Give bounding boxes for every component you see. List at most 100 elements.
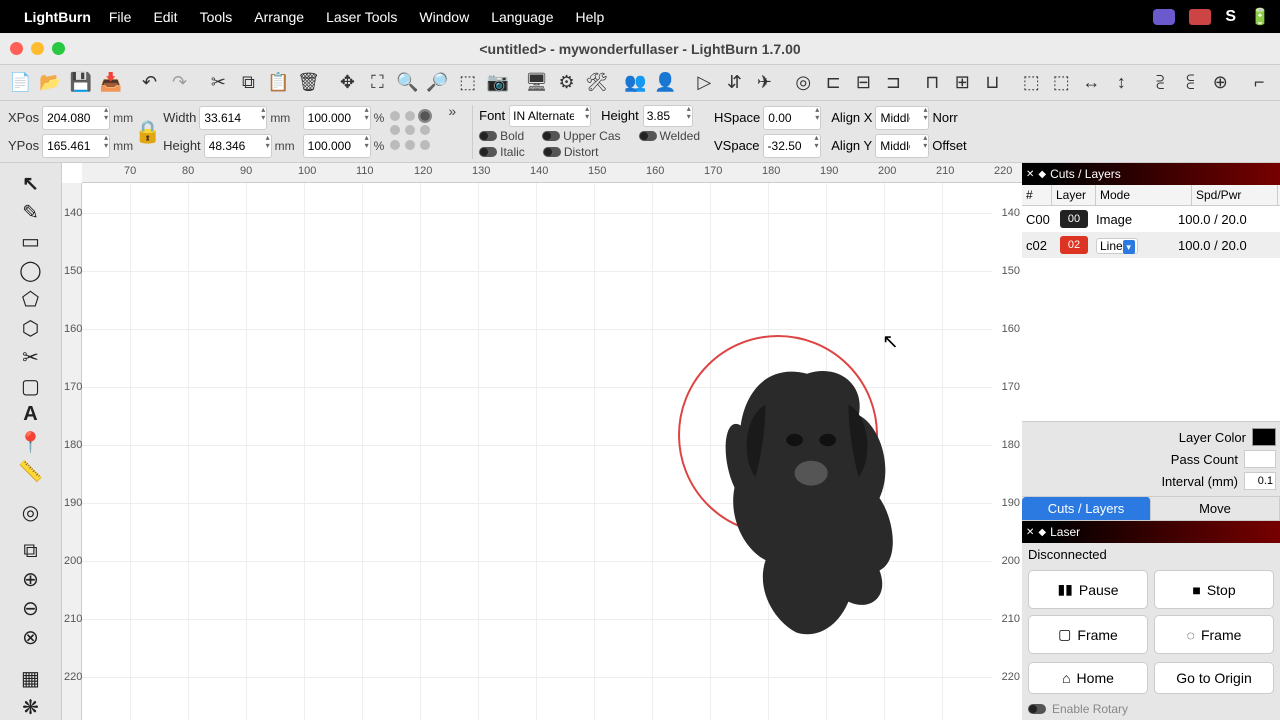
window-close-button[interactable] <box>10 42 23 55</box>
zoom-fit-icon[interactable]: ⛶ <box>363 68 392 98</box>
frame-circle-button[interactable]: ◌Frame <box>1154 615 1274 654</box>
group-icon[interactable]: 👥 <box>621 68 650 98</box>
layers-body[interactable]: C00 00 Image 100.0 / 20.0 c02 02 Line 10… <box>1022 206 1280 421</box>
welded-toggle[interactable] <box>639 131 657 141</box>
layer-color-swatch[interactable] <box>1252 428 1276 446</box>
status-letter-icon[interactable]: S <box>1225 8 1236 26</box>
grid-array-icon[interactable]: ▦ <box>14 666 48 691</box>
boolean-union-icon[interactable]: ⊕ <box>14 567 48 592</box>
enable-rotary-toggle[interactable] <box>1028 704 1046 714</box>
status-app-icon[interactable] <box>1189 9 1211 25</box>
position-tool-icon[interactable]: 📍 <box>14 430 48 455</box>
space-h-icon[interactable]: ⫔ <box>1146 68 1175 98</box>
settings-icon[interactable]: ⚙ <box>552 68 581 98</box>
same-width-icon[interactable]: ↔ <box>1077 68 1106 98</box>
canvas-area[interactable]: 70 80 90 100 110 120 130 140 150 160 170… <box>62 163 1022 720</box>
menu-laser-tools[interactable]: Laser Tools <box>326 9 397 25</box>
menu-help[interactable]: Help <box>576 9 605 25</box>
vspace-input[interactable] <box>763 134 821 158</box>
go-to-origin-button[interactable]: Go to Origin <box>1154 662 1274 694</box>
paste-icon[interactable]: 📋 <box>264 68 293 98</box>
edit-nodes-icon[interactable]: ✂ <box>14 345 48 370</box>
zoom-frame-icon[interactable]: ⬚ <box>453 68 482 98</box>
app-name[interactable]: LightBurn <box>24 9 91 25</box>
screen-recorder-icon[interactable] <box>1153 9 1175 25</box>
mirror-v-icon[interactable]: ⇵ <box>720 68 749 98</box>
window-maximize-button[interactable] <box>52 42 65 55</box>
panel-pin-icon[interactable]: ◆ <box>1038 527 1046 538</box>
monitor-icon[interactable]: 🖥 <box>522 68 551 98</box>
flip-h-icon[interactable]: ▷ <box>690 68 719 98</box>
menu-file[interactable]: File <box>109 9 132 25</box>
lock-aspect-icon[interactable]: 🔒 <box>133 110 163 154</box>
import-icon[interactable]: 📥 <box>96 68 125 98</box>
boolean-subtract-icon[interactable]: ⊖ <box>14 596 48 621</box>
align-vcenter-icon[interactable]: ⊞ <box>948 68 977 98</box>
path-tool-icon[interactable]: ⬡ <box>14 316 48 341</box>
measure-tool-icon[interactable]: 📏 <box>14 459 48 484</box>
font-select[interactable] <box>509 105 591 127</box>
menu-edit[interactable]: Edit <box>153 9 177 25</box>
text-height-input[interactable] <box>643 105 693 127</box>
align-right-icon[interactable]: ⊐ <box>879 68 908 98</box>
menu-arrange[interactable]: Arrange <box>254 9 304 25</box>
interval-input[interactable] <box>1244 472 1276 490</box>
undo-icon[interactable]: ↶ <box>135 68 164 98</box>
boolean-intersect-icon[interactable]: ⊗ <box>14 625 48 650</box>
aligny-select[interactable] <box>875 134 929 158</box>
cut-icon[interactable]: ✂ <box>204 68 233 98</box>
space-v-icon[interactable]: ⫕ <box>1176 68 1205 98</box>
panel-close-icon[interactable]: ✕ <box>1026 527 1034 538</box>
italic-toggle[interactable] <box>479 147 497 157</box>
scalex-input[interactable] <box>303 106 371 130</box>
anchor-grid[interactable] <box>390 111 432 153</box>
select-tool-icon[interactable]: ↖ <box>14 171 48 196</box>
radial-array-icon[interactable]: ❋ <box>14 695 48 720</box>
device-settings-icon[interactable]: 🛠 <box>582 68 611 98</box>
pause-button[interactable]: ▮▮Pause <box>1028 570 1148 609</box>
distribute-v-icon[interactable]: ⬚ <box>1047 68 1076 98</box>
window-minimize-button[interactable] <box>31 42 44 55</box>
save-file-icon[interactable]: 💾 <box>66 68 95 98</box>
upper-toggle[interactable] <box>542 131 560 141</box>
line-tool-icon[interactable]: ✎ <box>14 200 48 225</box>
bold-toggle[interactable] <box>479 131 497 141</box>
ypos-input[interactable] <box>42 134 110 158</box>
xpos-input[interactable] <box>42 106 110 130</box>
layer-row[interactable]: c02 02 Line 100.0 / 20.0 <box>1022 232 1280 258</box>
menu-language[interactable]: Language <box>491 9 553 25</box>
text-tool-icon[interactable]: A <box>14 403 48 426</box>
align-bottom-icon[interactable]: ⊔ <box>978 68 1007 98</box>
laser-panel-header[interactable]: ✕ ◆ Laser <box>1022 521 1280 543</box>
align-center-icon[interactable]: ◎ <box>789 68 818 98</box>
height-input[interactable] <box>204 134 272 158</box>
frame-rect-button[interactable]: ▢Frame <box>1028 615 1148 654</box>
rect-tool-icon[interactable]: ▭ <box>14 229 48 254</box>
distort-toggle[interactable] <box>543 147 561 157</box>
align-left-icon[interactable]: ⊏ <box>819 68 848 98</box>
layer-row[interactable]: C00 00 Image 100.0 / 20.0 <box>1022 206 1280 232</box>
copy-icon[interactable]: ⧉ <box>234 68 263 98</box>
menu-window[interactable]: Window <box>419 9 469 25</box>
new-file-icon[interactable]: 📄 <box>6 68 35 98</box>
mirror-h-icon[interactable]: ✈ <box>750 68 779 98</box>
stop-button[interactable]: ■Stop <box>1154 570 1274 609</box>
battery-icon[interactable]: 🔋 <box>1250 7 1270 27</box>
home-button[interactable]: ⌂Home <box>1028 662 1148 694</box>
panel-close-icon[interactable]: ✕ <box>1026 169 1034 180</box>
overflow-icon[interactable]: » <box>448 103 456 119</box>
menu-tools[interactable]: Tools <box>200 9 233 25</box>
ellipse-tool-icon[interactable]: ◯ <box>14 258 48 283</box>
tab-cuts-layers[interactable]: Cuts / Layers <box>1022 497 1151 520</box>
corner-icon[interactable]: ⌐ <box>1245 68 1274 98</box>
align-middle-icon[interactable]: ⊟ <box>849 68 878 98</box>
same-height-icon[interactable]: ↕ <box>1107 68 1136 98</box>
ungroup-icon[interactable]: 👤 <box>651 68 680 98</box>
tab-move[interactable]: Move <box>1151 497 1280 520</box>
redo-icon[interactable]: ↷ <box>165 68 194 98</box>
polygon-tool-icon[interactable]: ⬠ <box>14 287 48 312</box>
distribute-h-icon[interactable]: ⬚ <box>1017 68 1046 98</box>
weld-tool-icon[interactable]: ⧉ <box>14 540 48 563</box>
camera-icon[interactable]: 📷 <box>483 68 512 98</box>
dog-image[interactable] <box>702 353 912 643</box>
